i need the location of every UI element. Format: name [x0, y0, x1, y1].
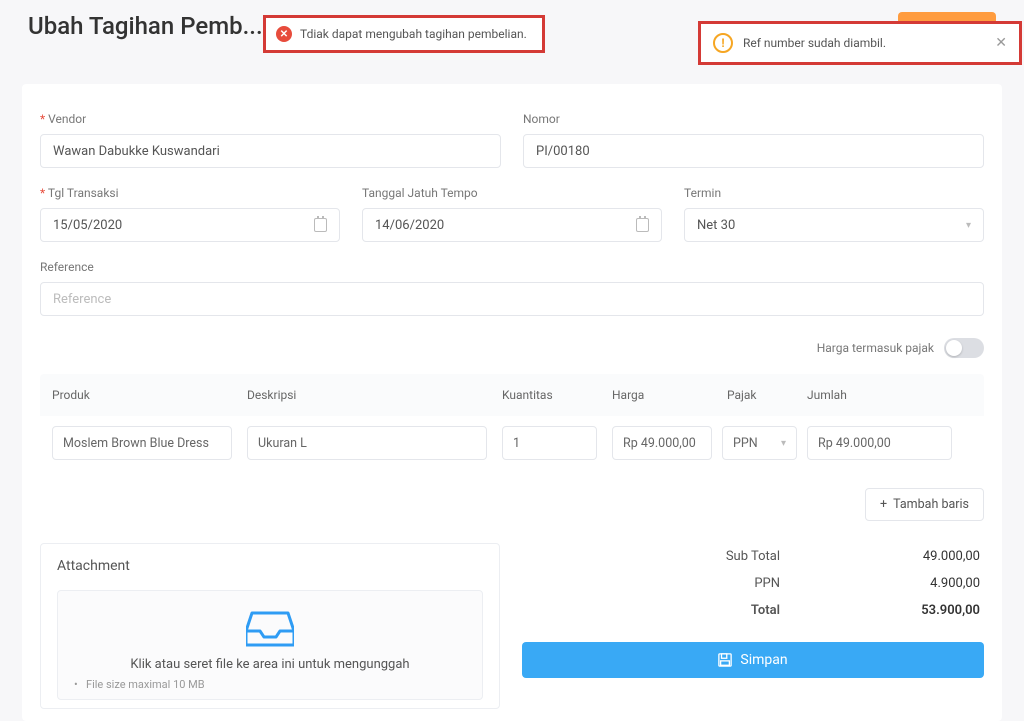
reference-label: Reference	[40, 260, 984, 274]
number-field: Nomor	[523, 112, 984, 168]
th-qty: Kuantitas	[502, 388, 612, 402]
warning-toast-text: Ref number sudah diambil.	[743, 36, 985, 50]
add-row-button[interactable]: + Tambah baris	[865, 488, 984, 521]
row-desc-input[interactable]: Ukuran L	[247, 426, 487, 460]
due-date-field: Tanggal Jatuh Tempo	[362, 186, 662, 242]
attachment-card: Attachment Klik atau seret file ke area …	[40, 543, 500, 709]
chevron-down-icon: ▾	[966, 220, 971, 231]
form-card: Vendor Nomor Tgl Transaksi	[22, 84, 1002, 721]
reference-input[interactable]	[40, 282, 984, 316]
total-value: 53.900,00	[870, 603, 980, 618]
calendar-icon	[314, 218, 327, 232]
add-row-label: Tambah baris	[893, 497, 969, 512]
plus-icon: +	[880, 497, 887, 512]
inbox-icon	[246, 611, 294, 647]
error-alert-text: Tdiak dapat mengubah tagihan pembelian.	[300, 27, 527, 41]
page-title: Ubah Tagihan Pemb...	[28, 12, 263, 40]
error-icon: ✕	[276, 26, 292, 42]
subtotal-value: 49.000,00	[870, 549, 980, 564]
totals-panel: Sub Total 49.000,00 PPN 4.900,00 Total 5…	[522, 543, 984, 709]
row-qty-input[interactable]: 1	[502, 426, 597, 460]
table-row: Moslem Brown Blue Dress Ukuran L 1 Rp 49…	[40, 416, 984, 470]
tax-toggle[interactable]	[944, 338, 984, 358]
number-label: Nomor	[523, 112, 984, 126]
ppn-value: 4.900,00	[870, 576, 980, 591]
trx-date-label: Tgl Transaksi	[40, 186, 340, 200]
save-button[interactable]: Simpan	[522, 642, 984, 678]
row-price-input[interactable]: Rp 49.000,00	[612, 426, 712, 460]
th-price: Harga	[612, 388, 727, 402]
attachment-title: Attachment	[57, 558, 483, 574]
reference-field: Reference	[40, 260, 984, 316]
items-table-header: Produk Deskripsi Kuantitas Harga Pajak J…	[40, 374, 984, 416]
vendor-input[interactable]	[40, 134, 501, 168]
subtotal-label: Sub Total	[726, 549, 780, 564]
term-label: Termin	[684, 186, 984, 200]
row-amount-input[interactable]: Rp 49.000,00	[807, 426, 952, 460]
ppn-label: PPN	[754, 576, 780, 591]
tax-toggle-label: Harga termasuk pajak	[817, 341, 934, 355]
warning-toast: ! Ref number sudah diambil. ✕	[698, 21, 1022, 65]
term-select[interactable]: Net 30 ▾	[684, 208, 984, 242]
due-date-input[interactable]	[362, 208, 662, 242]
trx-date-field: Tgl Transaksi	[40, 186, 340, 242]
error-alert: ✕ Tdiak dapat mengubah tagihan pembelian…	[263, 15, 545, 53]
save-icon	[718, 653, 732, 667]
th-amount: Jumlah	[807, 388, 972, 402]
total-label: Total	[751, 603, 780, 618]
th-product: Produk	[52, 388, 247, 402]
vendor-field: Vendor	[40, 112, 501, 168]
chevron-down-icon: ▾	[781, 438, 786, 449]
row-tax-select[interactable]: PPN ▾	[722, 426, 797, 460]
save-button-label: Simpan	[740, 652, 787, 668]
dropzone-text: Klik atau seret file ke area ini untuk m…	[68, 657, 472, 672]
th-desc: Deskripsi	[247, 388, 502, 402]
th-tax: Pajak	[727, 388, 807, 402]
due-date-label: Tanggal Jatuh Tempo	[362, 186, 662, 200]
vendor-label: Vendor	[40, 112, 501, 126]
dropzone-help: File size maximal 10 MB	[68, 678, 472, 691]
row-product-input[interactable]: Moslem Brown Blue Dress	[52, 426, 232, 460]
term-field: Termin Net 30 ▾	[684, 186, 984, 242]
warning-icon: !	[713, 33, 733, 53]
attachment-dropzone[interactable]: Klik atau seret file ke area ini untuk m…	[57, 590, 483, 700]
term-value: Net 30	[697, 218, 735, 233]
number-input[interactable]	[523, 134, 984, 168]
close-icon[interactable]: ✕	[995, 35, 1007, 51]
calendar-icon	[636, 218, 649, 232]
trx-date-input[interactable]	[40, 208, 340, 242]
